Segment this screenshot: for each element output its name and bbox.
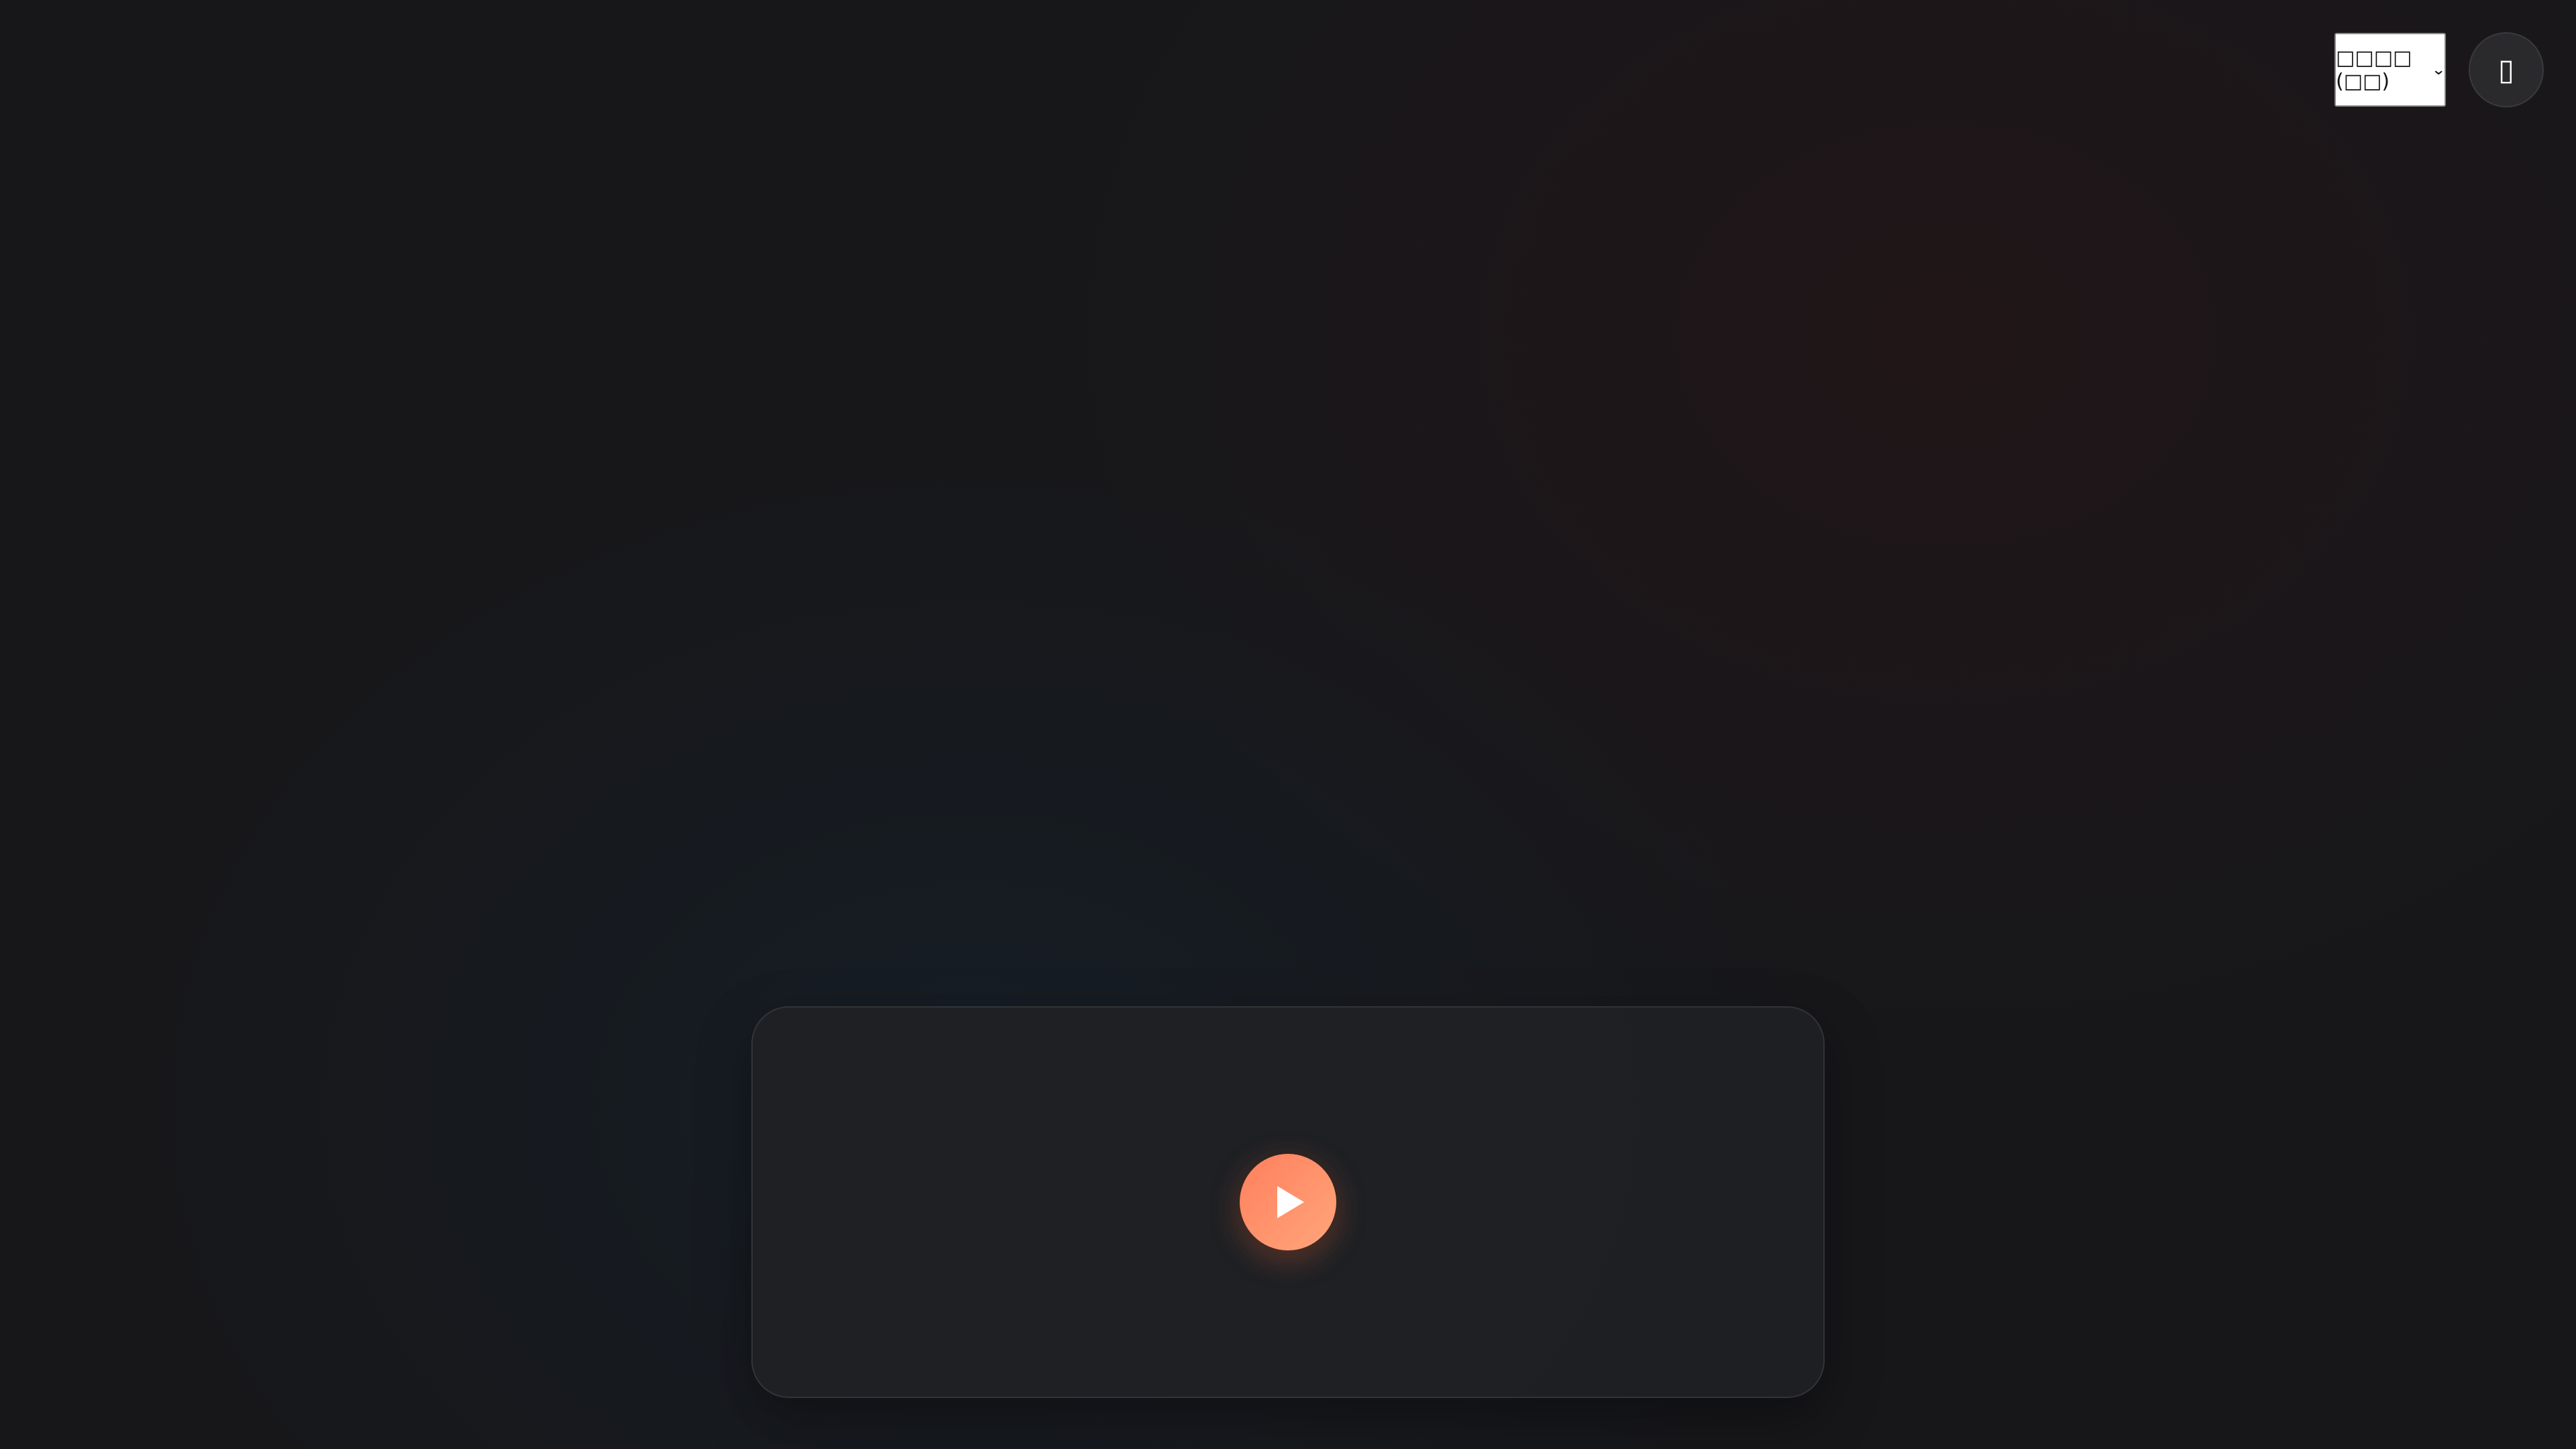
player-card xyxy=(751,1006,1825,1398)
top-controls: □□□□ (□□) ⌄ ▯ xyxy=(2334,32,2544,107)
round-icon-button[interactable]: ▯ xyxy=(2469,32,2544,107)
language-select-value: □□□□ (□□) xyxy=(2336,46,2412,93)
play-icon xyxy=(1277,1186,1304,1218)
unknown-icon: ▯ xyxy=(2498,52,2515,87)
language-select[interactable]: □□□□ (□□) ⌄ xyxy=(2334,33,2446,107)
play-button[interactable] xyxy=(1240,1154,1336,1250)
chevron-down-icon: ⌄ xyxy=(2430,61,2446,78)
